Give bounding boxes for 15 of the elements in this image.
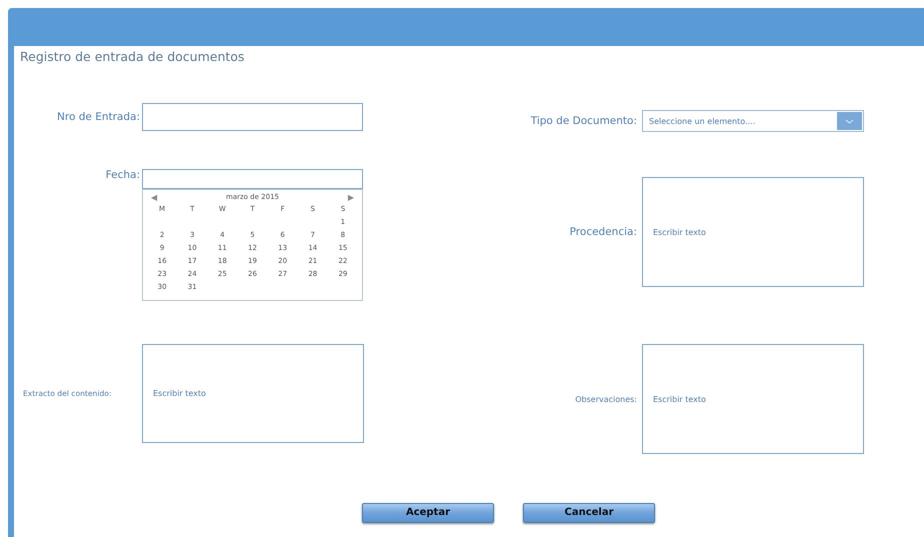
field-label: Fecha: — [104, 169, 140, 181]
field-label: Procedencia: — [568, 226, 637, 238]
field-label: Observaciones: — [574, 394, 637, 404]
text-field[interactable]: Escribir texto — [642, 344, 864, 454]
date-field[interactable] — [142, 169, 363, 189]
action-button[interactable]: Cancelar — [523, 502, 655, 522]
input-field[interactable] — [142, 103, 363, 131]
text-field[interactable]: Escribir texto — [642, 177, 864, 287]
field-label: Tipo de Documento: — [530, 115, 637, 127]
field-label: Nro de Entrada: — [56, 111, 140, 123]
form-title: Registro de entrada de documentos — [20, 49, 244, 66]
text-field[interactable]: Escribir texto — [142, 344, 364, 443]
action-button[interactable]: Aceptar — [362, 502, 494, 522]
dropdown-field[interactable]: Seleccione un elemento.... — [642, 110, 864, 132]
dropdown-placeholder: Seleccione un elemento.... — [649, 116, 756, 126]
